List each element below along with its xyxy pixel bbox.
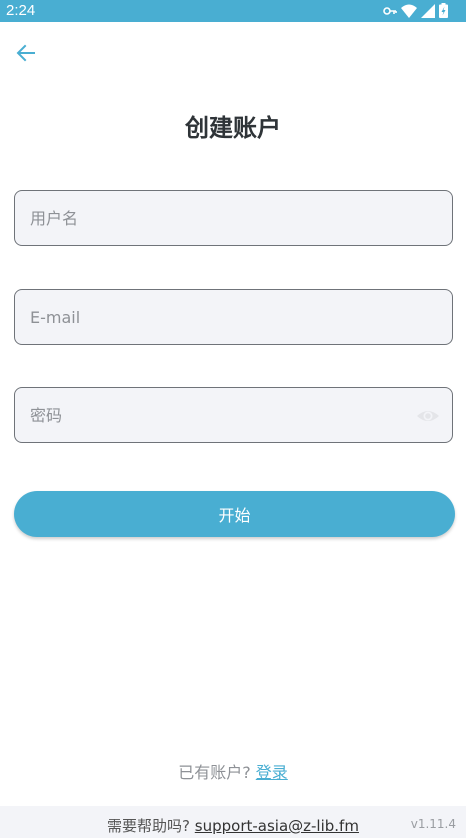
- signal-icon: [421, 3, 435, 18]
- key-icon: [383, 6, 397, 15]
- login-link[interactable]: 登录: [256, 763, 288, 782]
- username-field[interactable]: [30, 191, 410, 245]
- arrow-left-icon: [16, 44, 35, 62]
- status-bar: 2:24: [0, 0, 466, 22]
- page-title: 创建账户: [185, 114, 281, 142]
- password-field[interactable]: [30, 388, 410, 442]
- eye-icon[interactable]: [416, 405, 440, 427]
- email-field[interactable]: [30, 290, 410, 344]
- version-label: v1.11.4: [410, 817, 456, 831]
- login-prompt: 已有账户? 登录: [0, 759, 466, 783]
- wifi-icon: [401, 4, 417, 18]
- email-field-container[interactable]: [14, 289, 453, 345]
- battery-icon: [439, 3, 448, 18]
- help-row: 需要帮助吗? support-asia@z-lib.fm: [0, 815, 466, 836]
- username-field-container[interactable]: [14, 190, 453, 246]
- support-email-link[interactable]: support-asia@z-lib.fm: [195, 817, 359, 835]
- back-button[interactable]: [14, 41, 38, 65]
- status-time: 2:24: [6, 2, 36, 19]
- password-field-container[interactable]: [14, 387, 453, 443]
- login-prompt-text: 已有账户?: [178, 763, 251, 782]
- footer: 需要帮助吗? support-asia@z-lib.fm v1.11.4: [0, 806, 466, 838]
- start-button[interactable]: 开始: [14, 491, 455, 537]
- help-text: 需要帮助吗?: [107, 817, 190, 835]
- status-icons: [383, 3, 448, 18]
